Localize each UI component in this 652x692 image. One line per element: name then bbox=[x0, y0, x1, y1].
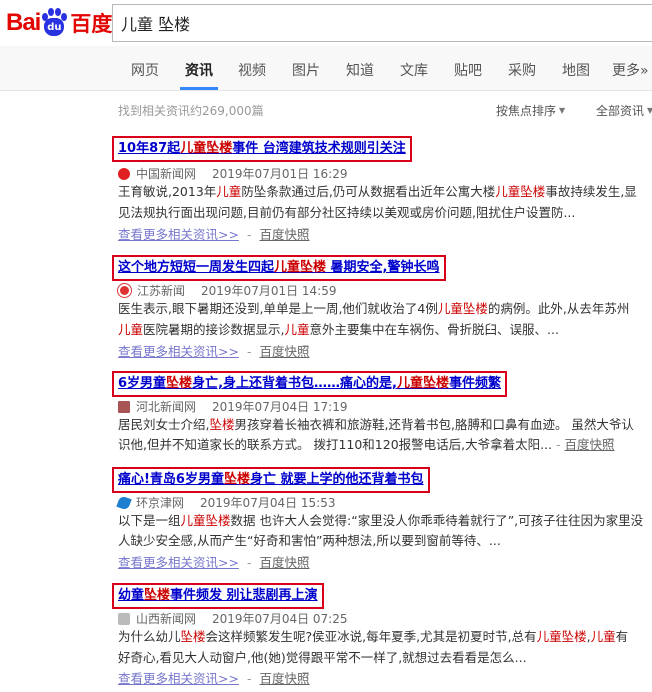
search-box[interactable] bbox=[112, 4, 652, 42]
filter-label: 全部资讯 bbox=[596, 104, 645, 118]
result-source: 江苏新闻 bbox=[137, 284, 186, 298]
filter-dropdown[interactable]: 全部资讯 ▼ bbox=[596, 102, 652, 119]
result-abstract: 好奇心,看见大人动窗户,他(她)觉得跟平常不一样了,就想过去看看是怎么... bbox=[118, 650, 527, 665]
shanxi-news-icon bbox=[118, 612, 130, 625]
tab-video[interactable]: 视频 bbox=[238, 60, 266, 80]
result-meta: 中国新闻网 2019年07月01日 16:29 bbox=[118, 165, 348, 182]
result-abstract: 王育敏说,2013年儿童防坠条款通过后,仍可从数据看出近年公寓大楼儿童坠楼事故持… bbox=[118, 184, 637, 199]
result-source: 中国新闻网 bbox=[136, 167, 197, 181]
result-date: 2019年07月04日 07:25 bbox=[212, 612, 348, 626]
caret-down-icon: ▼ bbox=[559, 106, 566, 115]
result-title-link[interactable]: 6岁男童坠楼身亡,身上还背着书包……痛心的是,儿童坠楼事件频繁 bbox=[112, 371, 507, 397]
snapshot-link[interactable]: 百度快照 bbox=[565, 437, 615, 452]
tab-web[interactable]: 网页 bbox=[131, 60, 159, 80]
snapshot-link[interactable]: 百度快照 bbox=[259, 344, 309, 359]
result-links: 查看更多相关资讯>> - 百度快照 bbox=[118, 227, 310, 242]
result-meta: 环京津网 2019年07月04日 15:53 bbox=[116, 494, 336, 511]
result-abstract: 居民刘女士介绍,坠楼男孩穿着长袖衣裤和旅游鞋,还背着书包,胳膊和口鼻有血迹。 虽… bbox=[118, 417, 634, 432]
logo-text-baidu: 百度 bbox=[70, 12, 113, 36]
tab-more[interactable]: 更多» bbox=[612, 60, 649, 80]
huanjingjin-icon bbox=[116, 494, 132, 511]
result-abstract: 儿童医院暑期的接诊数据显示,儿童意外主要集中在车祸伤、骨折脱臼、误服、... bbox=[118, 322, 559, 337]
china-news-icon bbox=[118, 167, 130, 180]
result-abstract: 为什么幼儿坠楼会这样频繁发生呢?侯亚冰说,每年夏季,尤其是初夏时节,总有儿童坠楼… bbox=[118, 629, 629, 644]
baidu-logo[interactable]: Bai du 百度 bbox=[6, 6, 112, 40]
search-input[interactable] bbox=[113, 5, 652, 41]
result-count: 找到相关资讯约269,000篇 bbox=[118, 104, 264, 118]
result-source: 河北新闻网 bbox=[136, 400, 197, 414]
sort-dropdown[interactable]: 按焦点排序 ▼ bbox=[496, 102, 565, 119]
sort-label: 按焦点排序 bbox=[496, 104, 557, 118]
result-date: 2019年07月04日 15:53 bbox=[200, 496, 336, 510]
result-date: 2019年07月04日 17:19 bbox=[212, 400, 348, 414]
result-date: 2019年07月01日 14:59 bbox=[201, 284, 337, 298]
result-abstract: 医生表示,眼下暑期还没到,单单是上一周,他们就收治了4例儿童坠楼的病例。此外,从… bbox=[118, 301, 630, 316]
more-news-link[interactable]: 查看更多相关资讯>> bbox=[118, 671, 239, 686]
result-title-link[interactable]: 10年87起儿童坠楼事件 台湾建筑技术规则引关注 bbox=[112, 136, 412, 162]
hebei-news-icon bbox=[118, 400, 130, 413]
tab-map[interactable]: 地图 bbox=[562, 60, 590, 80]
result-abstract: 识他,但并不知道家长的联系方式。 拨打110和120报警电话后,大爷拿着太阳..… bbox=[118, 437, 615, 452]
result-meta: 河北新闻网 2019年07月04日 17:19 bbox=[118, 398, 348, 415]
tab-images[interactable]: 图片 bbox=[292, 60, 320, 80]
logo-text-bai: Bai bbox=[6, 9, 41, 36]
tab-caigou[interactable]: 采购 bbox=[508, 60, 536, 80]
result-meta: 山西新闻网 2019年07月04日 07:25 bbox=[118, 610, 348, 627]
more-news-link[interactable]: 查看更多相关资讯>> bbox=[118, 227, 239, 242]
result-links: 查看更多相关资讯>> - 百度快照 bbox=[118, 344, 310, 359]
active-tab-indicator bbox=[180, 87, 218, 90]
more-news-link[interactable]: 查看更多相关资讯>> bbox=[118, 555, 239, 570]
snapshot-link[interactable]: 百度快照 bbox=[259, 671, 309, 686]
result-links: 查看更多相关资讯>> - 百度快照 bbox=[118, 555, 310, 570]
snapshot-link[interactable]: 百度快照 bbox=[259, 555, 309, 570]
more-news-link[interactable]: 查看更多相关资讯>> bbox=[118, 344, 239, 359]
result-abstract: 以下是一组儿童坠楼数据 也许大人会觉得:“家里没人你乖乖待着就行了”,可孩子往往… bbox=[118, 513, 644, 528]
result-source: 环京津网 bbox=[136, 496, 185, 510]
result-abstract: 人缺少安全感,从而产生“好奇和害怕”两种想法,所以要到窗前等待、... bbox=[118, 533, 501, 548]
tab-zhidao[interactable]: 知道 bbox=[346, 60, 374, 80]
result-title-link[interactable]: 痛心!青岛6岁男童坠楼身亡 就要上学的他还背着书包 bbox=[112, 467, 430, 493]
jiangsu-news-icon bbox=[118, 284, 131, 297]
result-meta: 江苏新闻 2019年07月01日 14:59 bbox=[118, 282, 337, 299]
result-abstract: 见法规执行面出现问题,目前仍有部分社区持续以美观或房价问题,阻扰住户设置防... bbox=[118, 205, 576, 220]
search-category-nav: 网页 资讯 视频 图片 知道 文库 贴吧 采购 地图 更多» bbox=[0, 46, 652, 91]
result-links: 查看更多相关资讯>> - 百度快照 bbox=[118, 671, 310, 686]
tab-news[interactable]: 资讯 bbox=[185, 60, 213, 80]
tab-wenku[interactable]: 文库 bbox=[400, 60, 428, 80]
result-source: 山西新闻网 bbox=[136, 612, 197, 626]
tab-tieba[interactable]: 贴吧 bbox=[454, 60, 482, 80]
result-title-link[interactable]: 这个地方短短一周发生四起儿童坠楼 暑期安全,警钟长鸣 bbox=[112, 255, 446, 281]
snapshot-link[interactable]: 百度快照 bbox=[259, 227, 309, 242]
caret-down-icon: ▼ bbox=[647, 106, 652, 115]
paw-icon: du bbox=[41, 8, 68, 38]
result-date: 2019年07月01日 16:29 bbox=[212, 167, 348, 181]
header: Bai du 百度 bbox=[0, 0, 652, 46]
result-title-link[interactable]: 幼童坠楼事件频发 别让悲剧再上演 bbox=[112, 583, 324, 609]
